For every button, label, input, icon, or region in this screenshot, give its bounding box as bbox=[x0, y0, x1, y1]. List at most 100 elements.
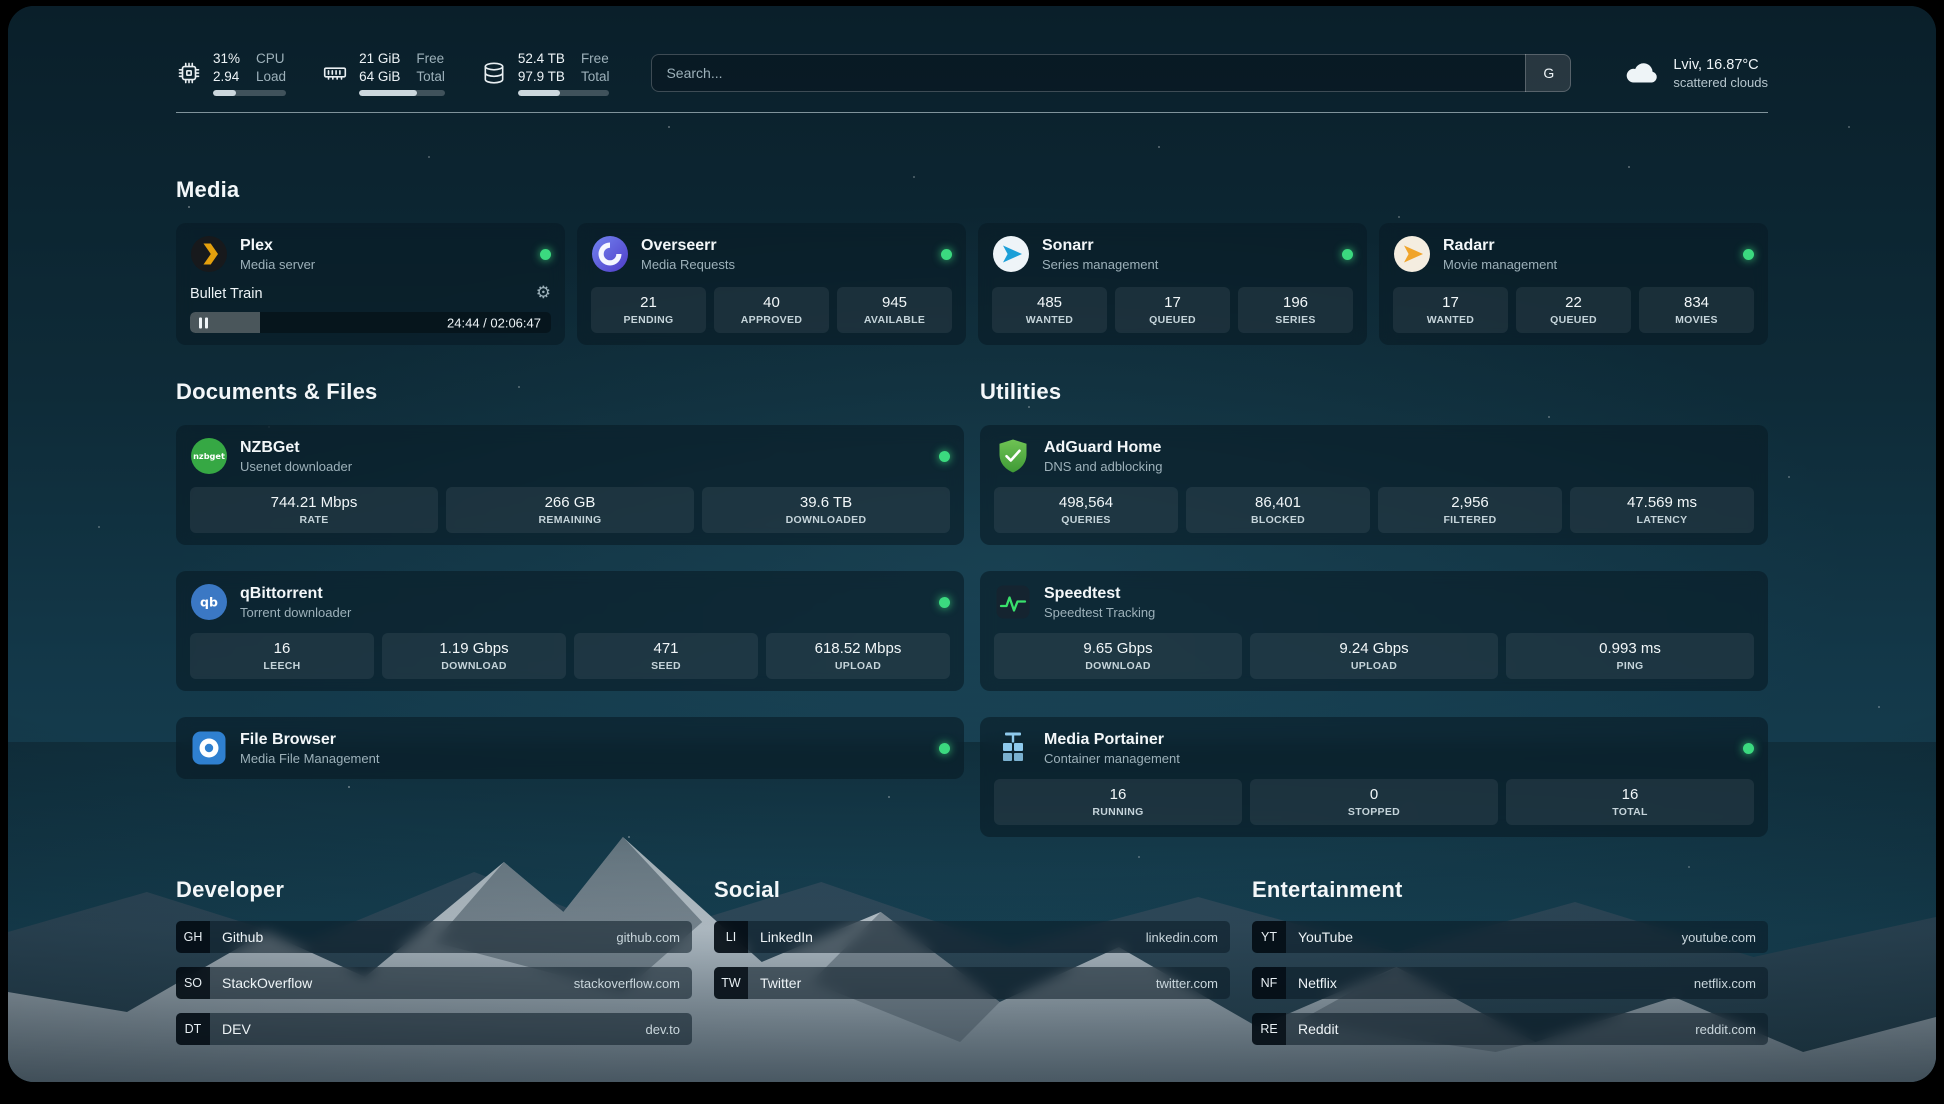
bookmark-twitter[interactable]: TWTwittertwitter.com bbox=[714, 967, 1230, 999]
service-card-sonarr[interactable]: SonarrSeries management485WANTED17QUEUED… bbox=[978, 223, 1367, 345]
stat-blocked: 86,401BLOCKED bbox=[1186, 487, 1370, 533]
stat-download: 1.19 GbpsDOWNLOAD bbox=[382, 633, 566, 679]
memory-label-2: Total bbox=[416, 68, 445, 86]
service-card-nzbget[interactable]: nzbgetNZBGetUsenet downloader744.21 Mbps… bbox=[176, 425, 964, 545]
bookmark-youtube[interactable]: YTYouTubeyoutube.com bbox=[1252, 921, 1768, 953]
service-name: Radarr bbox=[1443, 237, 1557, 255]
cpu-widget-body: 31% 2.94 CPU Load bbox=[213, 50, 286, 96]
dashboard-window: 31% 2.94 CPU Load bbox=[8, 6, 1936, 1082]
cloud-icon bbox=[1623, 59, 1661, 87]
bookmark-reddit[interactable]: RERedditreddit.com bbox=[1252, 1013, 1768, 1045]
stat-latency: 47.569 msLATENCY bbox=[1570, 487, 1754, 533]
service-name: File Browser bbox=[240, 731, 379, 749]
service-card-qbittorrent[interactable]: qbqBittorrentTorrent downloader16LEECH1.… bbox=[176, 571, 964, 691]
bookmark-linkedin[interactable]: LILinkedInlinkedin.com bbox=[714, 921, 1230, 953]
disk-label-2: Total bbox=[581, 68, 610, 86]
now-playing-row: Bullet Train⚙ bbox=[190, 285, 551, 302]
stat-remaining: 266 GBREMAINING bbox=[446, 487, 694, 533]
filebrowser-icon bbox=[190, 729, 228, 767]
cpu-usage-bar bbox=[213, 90, 286, 96]
disk-widget-body: 52.4 TB 97.9 TB Free Total bbox=[518, 50, 610, 96]
search-bar: G bbox=[651, 54, 1571, 92]
service-description: Torrent downloader bbox=[240, 605, 351, 620]
service-name: Sonarr bbox=[1042, 237, 1158, 255]
stat-label: QUEUED bbox=[1550, 314, 1597, 326]
bookmark-url: netflix.com bbox=[1694, 976, 1756, 991]
bookmark-stackoverflow[interactable]: SOStackOverflowstackoverflow.com bbox=[176, 967, 692, 999]
gear-icon[interactable]: ⚙ bbox=[536, 285, 551, 302]
stat-value: 40 bbox=[763, 294, 780, 311]
stat-label: APPROVED bbox=[741, 314, 802, 326]
top-bar: 31% 2.94 CPU Load bbox=[176, 6, 1768, 96]
portainer-icon bbox=[994, 729, 1032, 767]
bookmark-abbr: TW bbox=[714, 967, 748, 999]
service-card-radarr[interactable]: RadarrMovie management17WANTED22QUEUED83… bbox=[1379, 223, 1768, 345]
service-card-overseerr[interactable]: OverseerrMedia Requests21PENDING40APPROV… bbox=[577, 223, 966, 345]
stat-value: 17 bbox=[1164, 294, 1181, 311]
stat-stopped: 0STOPPED bbox=[1250, 779, 1498, 825]
disk-value-free: 52.4 TB bbox=[518, 50, 565, 68]
stat-value: 9.24 Gbps bbox=[1339, 640, 1408, 657]
service-card-plex[interactable]: PlexMedia serverBullet Train⚙24:44 / 02:… bbox=[176, 223, 565, 345]
bookmark-name: LinkedIn bbox=[760, 929, 813, 945]
bookmark-url: twitter.com bbox=[1156, 976, 1218, 991]
stat-label: SERIES bbox=[1275, 314, 1315, 326]
cpu-label-2: Load bbox=[256, 68, 286, 86]
radarr-icon bbox=[1393, 235, 1431, 273]
service-card-speedtest[interactable]: SpeedtestSpeedtest Tracking9.65 GbpsDOWN… bbox=[980, 571, 1768, 691]
service-card-adguard-home[interactable]: AdGuard HomeDNS and adblocking498,564QUE… bbox=[980, 425, 1768, 545]
stat-value: 1.19 Gbps bbox=[439, 640, 508, 657]
bookmark-dev[interactable]: DTDEVdev.to bbox=[176, 1013, 692, 1045]
stat-label: FILTERED bbox=[1443, 514, 1496, 526]
service-name: Speedtest bbox=[1044, 585, 1155, 603]
bookmark-abbr: GH bbox=[176, 921, 210, 953]
stat-label: STOPPED bbox=[1348, 806, 1400, 818]
bookmark-url: linkedin.com bbox=[1146, 930, 1218, 945]
stat-queued: 17QUEUED bbox=[1115, 287, 1230, 333]
service-name: Overseerr bbox=[641, 237, 735, 255]
bookmark-github[interactable]: GHGithubgithub.com bbox=[176, 921, 692, 953]
service-text: Media PortainerContainer management bbox=[1044, 731, 1180, 766]
speedtest-icon bbox=[994, 583, 1032, 621]
status-indicator-online bbox=[540, 249, 551, 260]
service-text: SonarrSeries management bbox=[1042, 237, 1158, 272]
stat-label: MOVIES bbox=[1675, 314, 1718, 326]
bookmark-netflix[interactable]: NFNetflixnetflix.com bbox=[1252, 967, 1768, 999]
stat-value: 16 bbox=[1622, 786, 1639, 803]
stat-upload: 9.24 GbpsUPLOAD bbox=[1250, 633, 1498, 679]
service-card-media-portainer[interactable]: Media PortainerContainer management 16 RUN… bbox=[980, 717, 1768, 837]
pause-icon[interactable] bbox=[199, 317, 211, 328]
stat-value: 2,956 bbox=[1451, 494, 1489, 511]
stat-filtered: 2,956 FILTERED bbox=[1378, 487, 1562, 533]
stat-value: 744.21 Mbps bbox=[271, 494, 358, 511]
stat-value: 47.569 ms bbox=[1627, 494, 1697, 511]
stat-value: 16 bbox=[1110, 786, 1127, 803]
qbittorrent-icon: qb bbox=[190, 583, 228, 621]
svg-text:qb: qb bbox=[200, 595, 218, 610]
utilities-grid: AdGuard HomeDNS and adblocking498,564QUE… bbox=[980, 425, 1768, 837]
memory-label-1: Free bbox=[416, 50, 445, 68]
status-indicator-online bbox=[939, 597, 950, 608]
stat-value: 196 bbox=[1283, 294, 1308, 311]
playback-progress-bar[interactable]: 24:44 / 02:06:47 bbox=[190, 312, 551, 333]
search-provider-button[interactable]: G bbox=[1525, 54, 1571, 92]
utilities-section: Utilities AdGuard HomeDNS and adblocking… bbox=[980, 379, 1768, 837]
bookmark-url: dev.to bbox=[646, 1022, 680, 1037]
stat-value: 17 bbox=[1442, 294, 1459, 311]
service-stats: 16LEECH1.19 GbpsDOWNLOAD471SEED618.52 Mb… bbox=[190, 621, 950, 679]
service-name: AdGuard Home bbox=[1044, 439, 1163, 457]
bookmark-group-social: SocialLILinkedInlinkedin.comTWTwittertwi… bbox=[714, 877, 1230, 1045]
bookmark-name: Reddit bbox=[1298, 1021, 1338, 1037]
stat-downloaded: 39.6 TBDOWNLOADED bbox=[702, 487, 950, 533]
search-input[interactable] bbox=[651, 54, 1571, 92]
cpu-value-percent: 31% bbox=[213, 50, 240, 68]
stat-value: 266 GB bbox=[545, 494, 596, 511]
service-stats: 744.21 MbpsRATE266 GBREMAINING39.6 TBDOW… bbox=[190, 475, 950, 533]
service-card-file-browser[interactable]: File BrowserMedia File Management bbox=[176, 717, 964, 779]
stat-value: 86,401 bbox=[1255, 494, 1301, 511]
playback-time: 24:44 / 02:06:47 bbox=[447, 315, 541, 330]
stat-available: 945AVAILABLE bbox=[837, 287, 952, 333]
status-indicator-online bbox=[1743, 743, 1754, 754]
stat-label: RUNNING bbox=[1092, 806, 1143, 818]
service-name: NZBGet bbox=[240, 439, 352, 457]
